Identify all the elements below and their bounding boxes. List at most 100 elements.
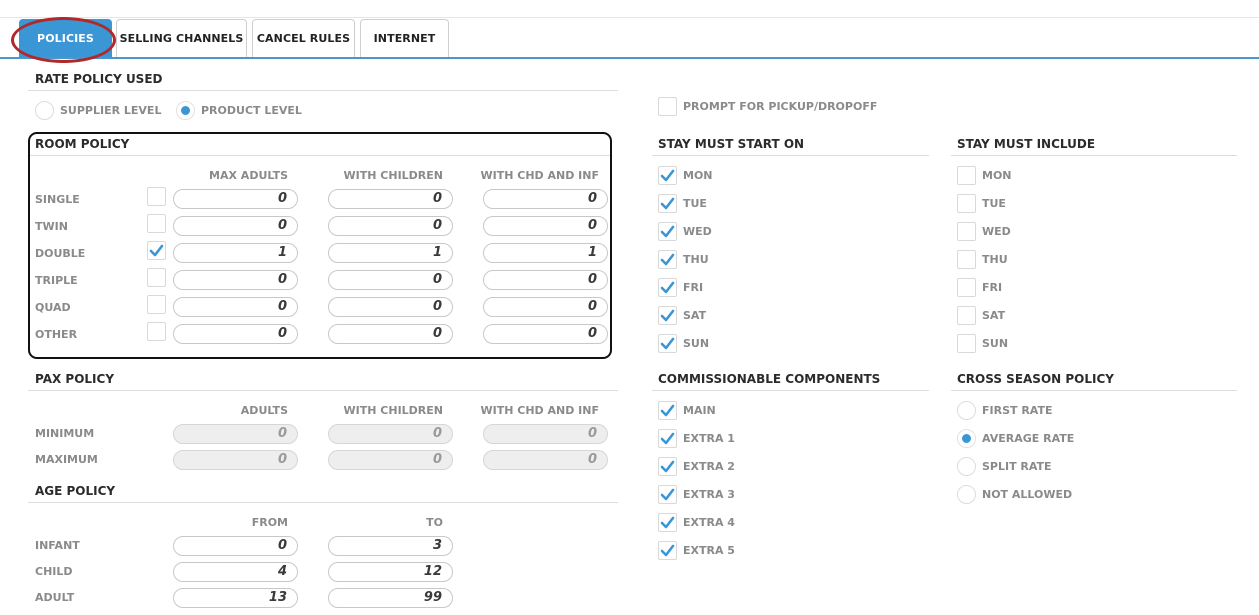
room-value-input[interactable]: 0 bbox=[328, 297, 453, 317]
room-value-input[interactable]: 0 bbox=[483, 324, 608, 344]
prompt-pickup-checkbox[interactable] bbox=[658, 97, 677, 116]
commissionable-extra-5-checkbox[interactable] bbox=[658, 541, 677, 560]
pax-value-input: 0 bbox=[173, 424, 298, 444]
stay-start-mon-checkbox[interactable] bbox=[658, 166, 677, 185]
tab-internet[interactable]: INTERNET bbox=[360, 19, 449, 57]
age-value-input[interactable]: 4 bbox=[173, 562, 298, 582]
room-triple-checkbox[interactable] bbox=[147, 268, 166, 287]
room-value-input[interactable]: 0 bbox=[328, 216, 453, 236]
stay-include-label: FRI bbox=[982, 281, 1003, 294]
commissionable-extra-2-checkbox[interactable] bbox=[658, 457, 677, 476]
radio-first-rate[interactable] bbox=[957, 401, 976, 420]
room-row-label: SINGLE bbox=[35, 193, 80, 206]
tab-selling-channels[interactable]: SELLING CHANNELS bbox=[116, 19, 247, 57]
pax-row-label: MINIMUM bbox=[35, 427, 95, 440]
stay-start-fri-checkbox[interactable] bbox=[658, 278, 677, 297]
room-value-input[interactable]: 0 bbox=[328, 270, 453, 290]
divider bbox=[951, 390, 1237, 391]
stay-start-label: TUE bbox=[683, 197, 707, 210]
radio-selected-dot bbox=[962, 434, 971, 443]
tab-label: INTERNET bbox=[373, 32, 436, 45]
stay-include-sat-checkbox[interactable] bbox=[957, 306, 976, 325]
room-value-input[interactable]: 0 bbox=[173, 324, 298, 344]
stay-include-mon-checkbox[interactable] bbox=[957, 166, 976, 185]
radio-label: PRODUCT LEVEL bbox=[201, 104, 302, 117]
room-value-input[interactable]: 0 bbox=[483, 216, 608, 236]
room-value-input[interactable]: 0 bbox=[173, 270, 298, 290]
room-value-input[interactable]: 0 bbox=[173, 297, 298, 317]
section-title-cross-season: CROSS SEASON POLICY bbox=[957, 372, 1114, 386]
room-row-label: TRIPLE bbox=[35, 274, 78, 287]
commissionable-label: MAIN bbox=[683, 404, 716, 417]
room-other-checkbox[interactable] bbox=[147, 322, 166, 341]
radio-split-rate[interactable] bbox=[957, 457, 976, 476]
pax-value-input: 0 bbox=[328, 424, 453, 444]
stay-start-thu-checkbox[interactable] bbox=[658, 250, 677, 269]
stay-include-label: SUN bbox=[982, 337, 1009, 350]
commissionable-extra-1-checkbox[interactable] bbox=[658, 429, 677, 448]
age-value-input[interactable]: 99 bbox=[328, 588, 453, 608]
stay-include-label: THU bbox=[982, 253, 1008, 266]
stay-start-label: SAT bbox=[683, 309, 707, 322]
commissionable-extra-4-checkbox[interactable] bbox=[658, 513, 677, 532]
stay-include-label: MON bbox=[982, 169, 1012, 182]
age-value-input[interactable]: 0 bbox=[173, 536, 298, 556]
section-title-commissionable: COMMISSIONABLE COMPONENTS bbox=[658, 372, 881, 386]
stay-include-fri-checkbox[interactable] bbox=[957, 278, 976, 297]
cross-season-label: AVERAGE RATE bbox=[982, 432, 1075, 445]
tabbar-underline bbox=[0, 57, 1259, 59]
radio-not-allowed[interactable] bbox=[957, 485, 976, 504]
stay-start-sat-checkbox[interactable] bbox=[658, 306, 677, 325]
divider bbox=[652, 390, 929, 391]
divider bbox=[28, 502, 618, 503]
divider bbox=[28, 390, 618, 391]
stay-include-tue-checkbox[interactable] bbox=[957, 194, 976, 213]
divider bbox=[951, 155, 1237, 156]
tab-label: POLICIES bbox=[37, 32, 94, 45]
pax-value-input: 0 bbox=[483, 424, 608, 444]
radio-supplier-level[interactable] bbox=[35, 101, 54, 120]
radio-label: SUPPLIER LEVEL bbox=[60, 104, 162, 117]
room-value-input[interactable]: 1 bbox=[483, 243, 608, 263]
stay-include-wed-checkbox[interactable] bbox=[957, 222, 976, 241]
commissionable-label: EXTRA 5 bbox=[683, 544, 735, 557]
room-row-label: TWIN bbox=[35, 220, 68, 233]
room-value-input[interactable]: 0 bbox=[328, 189, 453, 209]
stay-include-sun-checkbox[interactable] bbox=[957, 334, 976, 353]
room-value-input[interactable]: 0 bbox=[483, 189, 608, 209]
room-value-input[interactable]: 0 bbox=[483, 297, 608, 317]
age-value-input[interactable]: 12 bbox=[328, 562, 453, 582]
commissionable-extra-3-checkbox[interactable] bbox=[658, 485, 677, 504]
commissionable-main-checkbox[interactable] bbox=[658, 401, 677, 420]
commissionable-label: EXTRA 3 bbox=[683, 488, 735, 501]
radio-average-rate[interactable] bbox=[957, 429, 976, 448]
tab-cancel-rules[interactable]: CANCEL RULES bbox=[252, 19, 355, 57]
room-value-input[interactable]: 1 bbox=[328, 243, 453, 263]
room-value-input[interactable]: 0 bbox=[483, 270, 608, 290]
stay-start-sun-checkbox[interactable] bbox=[658, 334, 677, 353]
section-title-stay-start: STAY MUST START ON bbox=[658, 137, 805, 151]
commissionable-label: EXTRA 4 bbox=[683, 516, 735, 529]
tabbar-top-border bbox=[0, 17, 1259, 18]
stay-include-thu-checkbox[interactable] bbox=[957, 250, 976, 269]
stay-include-label: WED bbox=[982, 225, 1011, 238]
pax-row-label: MAXIMUM bbox=[35, 453, 98, 466]
age-value-input[interactable]: 13 bbox=[173, 588, 298, 608]
room-value-input[interactable]: 0 bbox=[328, 324, 453, 344]
tab-label: SELLING CHANNELS bbox=[119, 32, 244, 45]
tab-policies[interactable]: POLICIES bbox=[19, 19, 112, 57]
room-quad-checkbox[interactable] bbox=[147, 295, 166, 314]
stay-start-tue-checkbox[interactable] bbox=[658, 194, 677, 213]
room-value-input[interactable]: 1 bbox=[173, 243, 298, 263]
room-row-label: DOUBLE bbox=[35, 247, 86, 260]
age-value-input[interactable]: 3 bbox=[328, 536, 453, 556]
cross-season-label: SPLIT RATE bbox=[982, 460, 1052, 473]
room-double-checkbox[interactable] bbox=[147, 241, 166, 260]
room-value-input[interactable]: 0 bbox=[173, 216, 298, 236]
room-single-checkbox[interactable] bbox=[147, 187, 166, 206]
stay-start-wed-checkbox[interactable] bbox=[658, 222, 677, 241]
section-title-rate-policy: RATE POLICY USED bbox=[35, 72, 163, 86]
radio-product-level[interactable] bbox=[176, 101, 195, 120]
room-value-input[interactable]: 0 bbox=[173, 189, 298, 209]
room-twin-checkbox[interactable] bbox=[147, 214, 166, 233]
